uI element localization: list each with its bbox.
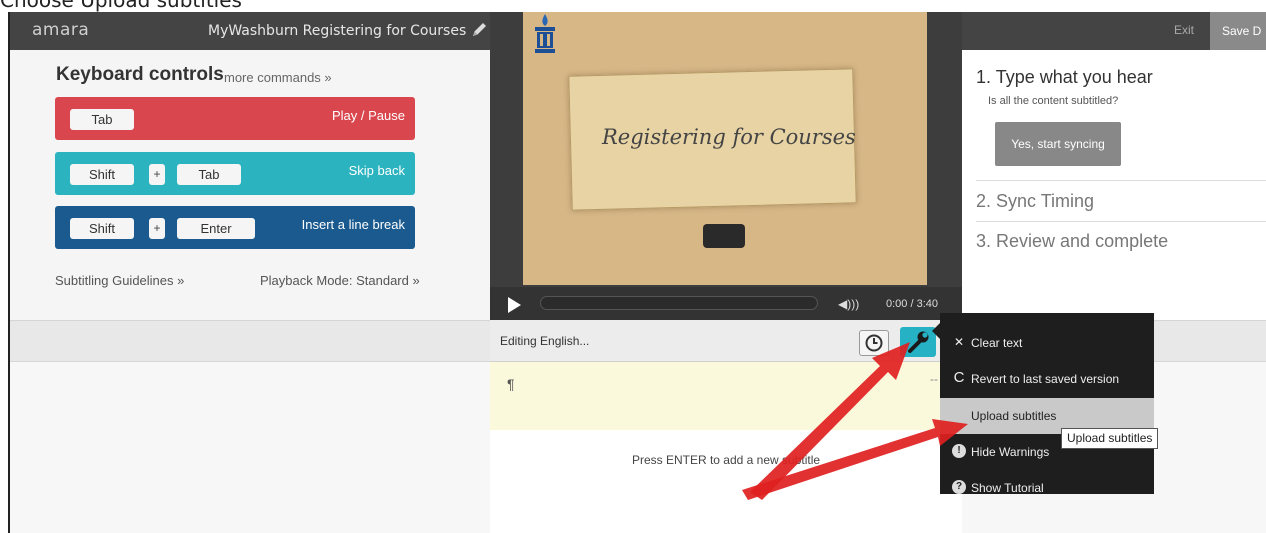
step-3-title[interactable]: 3. Review and complete (976, 231, 1168, 252)
divider (976, 221, 1266, 222)
menu-item-label: Upload subtitles (971, 409, 1057, 423)
shortcut-play-pause: Tab Play / Pause (55, 97, 415, 140)
shortcut-action: Insert a line break (301, 217, 405, 232)
close-icon: ✕ (953, 335, 965, 349)
wrench-icon (908, 331, 929, 353)
key-plus: + (149, 164, 165, 185)
subtitle-line[interactable]: ¶ -- (490, 362, 962, 430)
video-caption-box (703, 224, 745, 248)
subtitle-timing: -- (930, 372, 938, 386)
divider (976, 180, 1266, 181)
key-cap: Tab (177, 164, 241, 185)
start-syncing-button[interactable]: Yes, start syncing (995, 122, 1121, 166)
progress-bar[interactable] (540, 296, 818, 310)
keyboard-controls-panel: Keyboard controls more commands » Tab Pl… (10, 50, 490, 320)
key-plus: + (149, 218, 165, 239)
tools-button[interactable] (900, 327, 936, 357)
key-cap: Enter (177, 218, 255, 239)
video-controls: ◀))) 0:00 / 3:40 (490, 287, 962, 320)
shortcut-skip-back: Shift + Tab Skip back (55, 152, 415, 195)
volume-icon[interactable]: ◀))) (838, 297, 859, 311)
editor-header: Editing English... (490, 320, 962, 362)
step-1-title: 1. Type what you hear (976, 67, 1153, 87)
key-cap: Shift (70, 218, 134, 239)
pencil-icon[interactable] (470, 21, 488, 39)
step-2-title[interactable]: 2. Sync Timing (976, 191, 1094, 212)
menu-item-label: Hide Warnings (971, 445, 1050, 459)
keyboard-controls-title: Keyboard controls (56, 64, 224, 85)
add-subtitle-hint: Press ENTER to add a new subtitle (631, 453, 821, 467)
washburn-logo-icon (535, 14, 555, 53)
save-button[interactable]: Save D (1210, 12, 1266, 50)
playback-mode-link[interactable]: Playback Mode: Standard » (260, 273, 420, 288)
play-icon[interactable] (508, 297, 521, 313)
timing-button[interactable] (859, 330, 889, 356)
instruction-caption: Choose Upload subtitles (0, 0, 242, 12)
more-commands-link[interactable]: more commands » (224, 70, 332, 85)
upload-subtitles-tooltip: Upload subtitles (1061, 428, 1159, 449)
project-title: MyWashburn Registering for Courses (208, 23, 467, 39)
key-cap: Tab (70, 109, 134, 130)
menu-item-label: Show Tutorial (971, 481, 1044, 495)
menu-item-show-tutorial[interactable]: ? Show Tutorial (940, 470, 1154, 506)
menu-item-revert[interactable]: C Revert to last saved version (940, 361, 1154, 397)
menu-caret (932, 323, 940, 339)
key-cap: Shift (70, 164, 134, 185)
video-player[interactable]: Registering for Courses ◀))) 0:00 / 3:40 (490, 12, 962, 320)
clock-icon (865, 334, 883, 352)
subtitle-editor: Editing English... ¶ -- Press ENTER to a… (490, 320, 962, 533)
pilcrow-mark: ¶ (507, 376, 515, 392)
shortcut-line-break: Shift + Enter Insert a line break (55, 206, 415, 249)
help-icon: ? (952, 480, 966, 494)
menu-item-label: Revert to last saved version (971, 372, 1120, 386)
revert-icon: C (953, 369, 965, 386)
subtitling-guidelines-link[interactable]: Subtitling Guidelines » (55, 273, 184, 288)
menu-item-label: Clear text (971, 336, 1023, 350)
shortcut-action: Skip back (348, 163, 405, 178)
step-1-question: Is all the content subtitled? (988, 95, 1119, 107)
amara-logo[interactable]: amara (32, 20, 89, 40)
menu-item-clear-text[interactable]: ✕ Clear text (940, 325, 1154, 361)
tools-menu: ✕ Clear text C Revert to last saved vers… (940, 313, 1154, 495)
screenshot-root: Choose Upload subtitles amara MyWashburn… (0, 0, 1266, 533)
exit-button[interactable]: Exit (1174, 23, 1194, 37)
lower-left-area (10, 362, 490, 533)
shortcut-action: Play / Pause (332, 108, 405, 123)
warning-icon: ! (952, 444, 966, 458)
editing-language-label: Editing English... (500, 334, 590, 348)
workflow-steps-panel: 1. Type what you hear Is all the content… (962, 50, 1266, 320)
slide-title: Registering for Courses (602, 125, 856, 149)
time-display: 0:00 / 3:40 (886, 298, 938, 310)
